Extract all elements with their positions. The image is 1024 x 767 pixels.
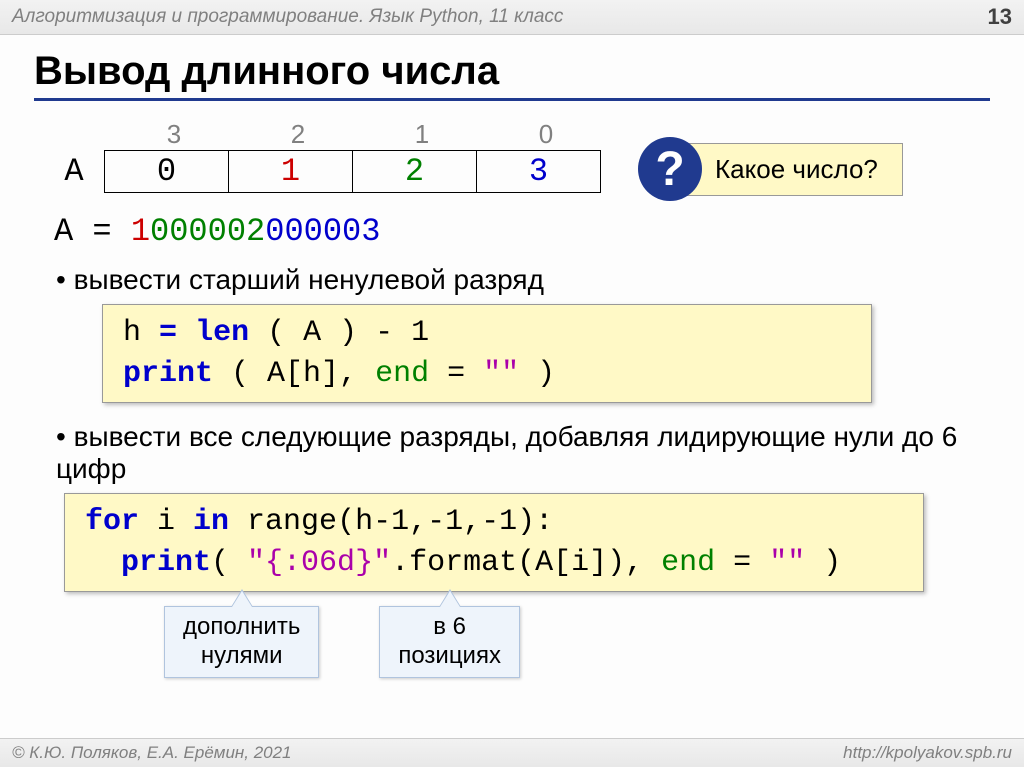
idx-3: 3 (112, 119, 236, 150)
c1-arg: ( A ) (267, 316, 357, 350)
slide-title: Вывод длинного числа (34, 49, 990, 101)
equation-line: A = 1000002000003 (54, 213, 990, 250)
c1-print: print (123, 357, 213, 391)
cell-3: 3 (477, 151, 601, 193)
eq-p2: 000002 (150, 213, 265, 250)
question-mark-icon: ? (638, 137, 702, 201)
c2-in: in (193, 505, 229, 539)
eq-lead: A = (54, 213, 131, 250)
c2-dot: .format(A[i]), (391, 546, 661, 580)
c2-eq: = (733, 546, 751, 580)
eq-p3: 000003 (265, 213, 380, 250)
c1-str: "" (483, 357, 519, 391)
c2-range: range (229, 505, 337, 539)
eq-p1: 1 (131, 213, 150, 250)
code-block-1: h = len ( A ) - 1 print ( A[h], end = ""… (102, 304, 872, 403)
c2-for: for (85, 505, 139, 539)
copyright: © К.Ю. Поляков, Е.А. Ерёмин, 2021 (12, 743, 292, 763)
header-bar: Алгоритмизация и программирование. Язык … (0, 0, 1024, 35)
c1-eq2: = (447, 357, 465, 391)
c1-eq: = (159, 316, 177, 350)
idx-2: 2 (236, 119, 360, 150)
callout-6-positions: в 6 позициях (379, 606, 520, 678)
callout-1-text: дополнить нулями (183, 613, 300, 669)
footer-bar: © К.Ю. Поляков, Е.А. Ерёмин, 2021 http:/… (0, 738, 1024, 767)
bullet-1: вывести старший ненулевой разряд (56, 264, 990, 296)
array-block: 3 2 1 0 A 0 1 2 3 (44, 119, 608, 193)
callout-2-text: в 6 позициях (398, 613, 501, 669)
site-url: http://kpolyakov.spb.ru (843, 743, 1012, 763)
cell-2: 2 (353, 151, 477, 193)
c2-print: print (121, 546, 211, 580)
array-table: 0 1 2 3 (104, 150, 601, 193)
callout-pad-zeros: дополнить нулями (164, 606, 319, 678)
array-indices: 3 2 1 0 (112, 119, 608, 150)
c1-end: end (375, 357, 429, 391)
c2-str: "" (769, 546, 805, 580)
question-text: Какое число? (684, 143, 903, 196)
c2-open: ( (211, 546, 247, 580)
cell-1: 1 (229, 151, 353, 193)
c2-end: end (661, 546, 715, 580)
cell-0: 0 (105, 151, 229, 193)
code-block-2: for i in range(h-1,-1,-1): print( "{:06d… (64, 493, 924, 592)
c2-pad (85, 546, 121, 580)
c2-var: i (139, 505, 193, 539)
array-label: A (44, 153, 104, 190)
page-number: 13 (988, 4, 1012, 30)
c1-close: ) (519, 357, 555, 391)
bullet-2: вывести все следующие разряды, добавляя … (56, 421, 990, 485)
c2-close: ) (805, 546, 841, 580)
question-callout: ? Какое число? (638, 137, 903, 201)
c2-args: (h-1,-1,-1): (337, 505, 553, 539)
idx-0: 0 (484, 119, 608, 150)
course-title: Алгоритмизация и программирование. Язык … (12, 6, 563, 28)
c1-minus: - 1 (375, 316, 429, 350)
c2-fmt: "{:06d}" (247, 546, 391, 580)
c1-h: h (123, 316, 141, 350)
callout-row: дополнить нулями в 6 позициях (164, 606, 990, 678)
idx-1: 1 (360, 119, 484, 150)
c1-open: ( A[h], (231, 357, 375, 391)
c1-len: len (195, 316, 249, 350)
